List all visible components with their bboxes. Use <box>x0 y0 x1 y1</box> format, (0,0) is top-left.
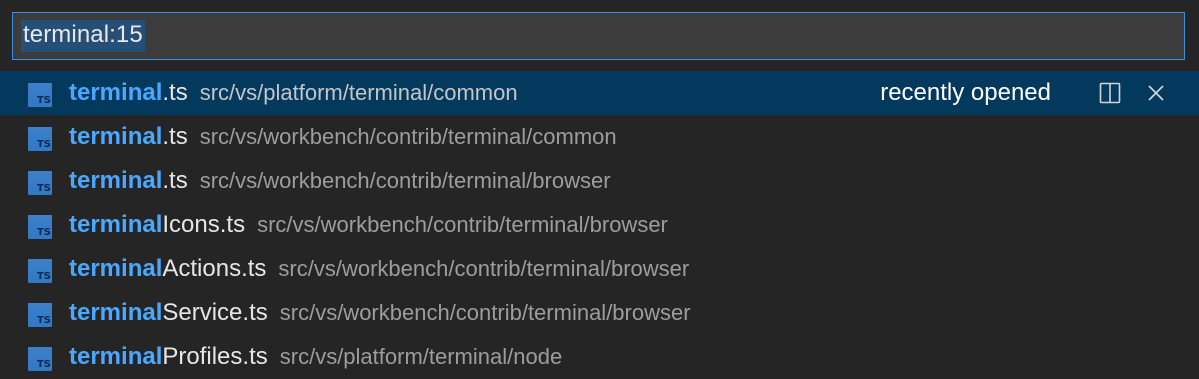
list-item[interactable]: TS terminalProfiles.ts src/vs/platform/t… <box>0 335 1199 379</box>
file-name-rest: .ts <box>162 123 188 150</box>
typescript-file-icon: TS <box>28 127 52 151</box>
file-name-match: terminal <box>69 211 163 238</box>
search-input[interactable]: terminal:15 <box>21 20 145 52</box>
file-path: src/vs/workbench/contrib/terminal/browse… <box>257 212 668 237</box>
list-item[interactable]: TS terminal.ts src/vs/platform/terminal/… <box>0 71 1199 115</box>
file-name-match: terminal <box>69 123 163 150</box>
row-actions: recently opened <box>880 71 1169 115</box>
list-item-label: terminalActions.ts src/vs/workbench/cont… <box>69 247 689 291</box>
file-name-rest: Actions.ts <box>162 255 267 282</box>
file-name-rest: .ts <box>162 79 188 106</box>
file-path: src/vs/platform/terminal/node <box>279 344 563 369</box>
recently-opened-label: recently opened <box>880 79 1051 106</box>
typescript-file-icon: TS <box>28 303 52 327</box>
file-name: terminal.ts <box>69 123 188 151</box>
typescript-file-icon: TS <box>28 83 52 107</box>
list-item[interactable]: TS terminal.ts src/vs/workbench/contrib/… <box>0 115 1199 159</box>
list-item[interactable]: TS terminalService.ts src/vs/workbench/c… <box>0 291 1199 335</box>
list-item-label: terminal.ts src/vs/workbench/contrib/ter… <box>69 115 617 159</box>
file-name-rest: .ts <box>162 167 188 194</box>
file-path: src/vs/workbench/contrib/terminal/browse… <box>279 300 691 325</box>
file-name-match: terminal <box>69 299 163 326</box>
file-name: terminalProfiles.ts <box>69 343 268 371</box>
file-name-rest: Icons.ts <box>162 211 246 238</box>
typescript-file-icon: TS <box>28 215 52 239</box>
quick-open-picker: terminal:15 TS terminal.ts src/vs/platfo… <box>0 0 1199 378</box>
file-path: src/vs/platform/terminal/common <box>199 80 518 105</box>
file-name-match: terminal <box>69 79 163 106</box>
list-item-label: terminalIcons.ts src/vs/workbench/contri… <box>69 203 668 247</box>
file-name: terminalService.ts <box>69 299 268 327</box>
list-item-label: terminal.ts src/vs/workbench/contrib/ter… <box>69 159 611 203</box>
file-name: terminalIcons.ts <box>69 211 245 239</box>
file-name-match: terminal <box>69 255 163 282</box>
file-name-rest: Service.ts <box>162 299 268 326</box>
file-name-rest: Profiles.ts <box>162 343 268 370</box>
quick-open-input-box[interactable]: terminal:15 <box>12 12 1185 60</box>
file-name: terminal.ts <box>69 167 188 195</box>
file-path: src/vs/workbench/contrib/terminal/browse… <box>278 256 690 281</box>
list-item-label: terminalService.ts src/vs/workbench/cont… <box>69 291 691 335</box>
list-item[interactable]: TS terminalActions.ts src/vs/workbench/c… <box>0 247 1199 291</box>
file-name: terminalActions.ts <box>69 255 266 283</box>
results-list: TS terminal.ts src/vs/platform/terminal/… <box>0 71 1199 379</box>
split-editor-icon[interactable] <box>1097 80 1123 106</box>
file-name-match: terminal <box>69 167 163 194</box>
typescript-file-icon: TS <box>28 347 52 371</box>
file-name-match: terminal <box>69 343 163 370</box>
close-icon[interactable] <box>1143 80 1169 106</box>
list-item-label: terminal.ts src/vs/platform/terminal/com… <box>69 71 518 115</box>
list-item[interactable]: TS terminal.ts src/vs/workbench/contrib/… <box>0 159 1199 203</box>
typescript-file-icon: TS <box>28 259 52 283</box>
list-item-label: terminalProfiles.ts src/vs/platform/term… <box>69 335 562 379</box>
typescript-file-icon: TS <box>28 171 52 195</box>
file-path: src/vs/workbench/contrib/terminal/browse… <box>199 168 611 193</box>
file-path: src/vs/workbench/contrib/terminal/common <box>199 124 617 149</box>
list-item[interactable]: TS terminalIcons.ts src/vs/workbench/con… <box>0 203 1199 247</box>
file-name: terminal.ts <box>69 79 188 107</box>
